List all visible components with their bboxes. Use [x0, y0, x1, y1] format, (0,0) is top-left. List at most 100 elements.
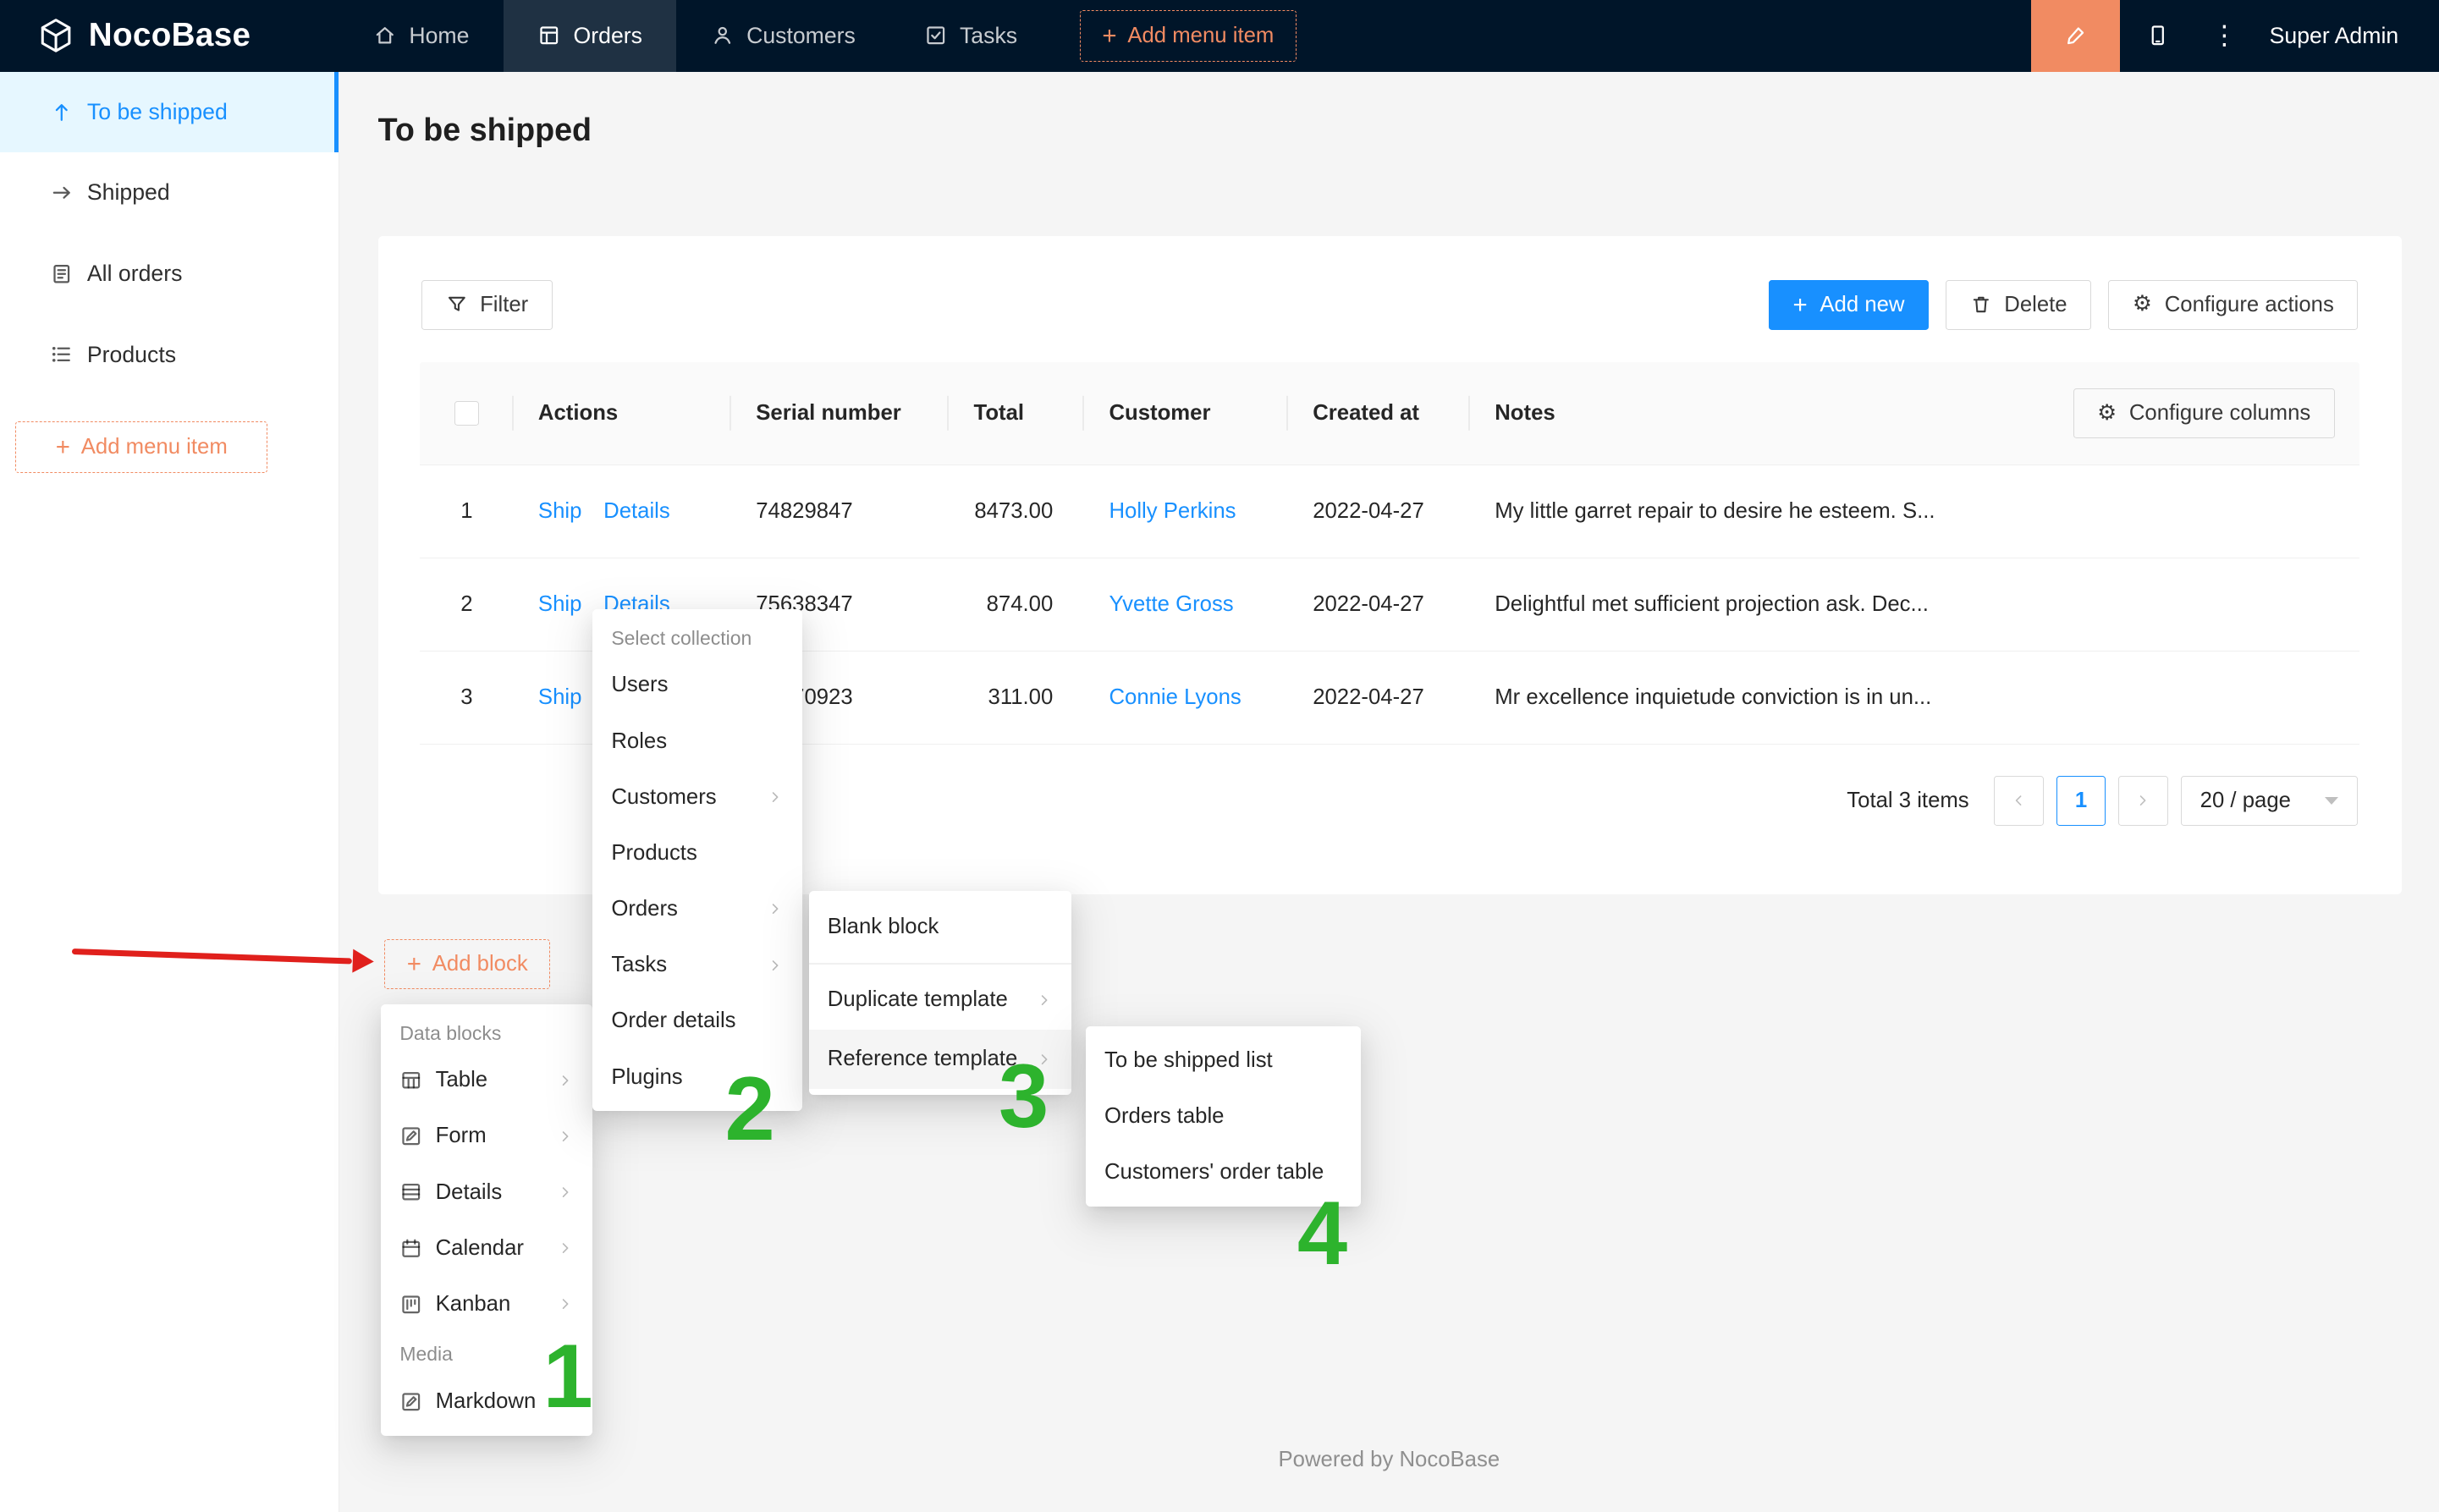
menu-divider: [809, 963, 1072, 965]
menu-item-products[interactable]: Products: [592, 825, 802, 881]
configure-actions-button[interactable]: ⚙ Configure actions: [2108, 280, 2358, 330]
menu-item-to-be-shipped-list[interactable]: To be shipped list: [1086, 1032, 1361, 1088]
filter-button[interactable]: Filter: [421, 280, 553, 330]
trash-icon: [1970, 294, 1992, 316]
sidebar-item-products[interactable]: Products: [0, 314, 339, 395]
add-menu-item-button[interactable]: + Add menu item: [1080, 10, 1297, 62]
page-number-button[interactable]: 1: [2056, 776, 2106, 826]
customer-link[interactable]: Connie Lyons: [1109, 685, 1241, 709]
filter-label: Filter: [480, 293, 528, 317]
ship-link[interactable]: Ship: [538, 685, 581, 710]
customer-link[interactable]: Yvette Gross: [1109, 592, 1233, 616]
menu-item-kanban[interactable]: Kanban: [381, 1276, 592, 1332]
menu-item-users[interactable]: Users: [592, 657, 802, 713]
menu-item-orders-table[interactable]: Orders table: [1086, 1089, 1361, 1145]
mobile-preview-icon[interactable]: [2120, 0, 2194, 72]
nav-item-orders[interactable]: Orders: [504, 0, 677, 72]
menu-item-form[interactable]: Form: [381, 1108, 592, 1164]
nocobase-app: NocoBase Home Orders Customers: [0, 0, 2439, 1512]
created-cell: 2022-04-27: [1288, 685, 1470, 710]
add-block-button[interactable]: + Add block: [384, 939, 550, 989]
nav-item-label: Orders: [574, 23, 642, 49]
chevron-right-icon: [767, 957, 784, 974]
chevron-right-icon: [1036, 992, 1053, 1009]
menu-item-blank-block[interactable]: Blank block: [809, 898, 1072, 957]
nav-item-home[interactable]: Home: [339, 0, 504, 72]
menu-item-details[interactable]: Details: [381, 1164, 592, 1220]
menu-item-label: Markdown: [436, 1389, 537, 1414]
orders-icon: [537, 24, 561, 47]
details-icon: [399, 1180, 423, 1204]
menu-item-label: Orders table: [1104, 1104, 1225, 1129]
delete-label: Delete: [2004, 293, 2067, 317]
menu-item-calendar[interactable]: Calendar: [381, 1220, 592, 1276]
annotation-step-1: 1: [542, 1331, 592, 1421]
annotation-step-4: 4: [1297, 1188, 1347, 1278]
sidebar-item-shipped[interactable]: Shipped: [0, 152, 339, 234]
top-navbar: NocoBase Home Orders Customers: [0, 0, 2439, 72]
menu-item-orders[interactable]: Orders: [592, 882, 802, 937]
add-new-label: Add new: [1820, 293, 1904, 317]
ship-link[interactable]: Ship: [538, 592, 581, 617]
configure-columns-label: Configure columns: [2129, 401, 2310, 426]
sidebar-item-to-be-shipped[interactable]: To be shipped: [0, 72, 339, 153]
notes-cell: My little garret repair to desire he est…: [1470, 499, 2359, 524]
row-index: 1: [420, 499, 513, 524]
chevron-right-icon: [557, 1184, 574, 1201]
nav-item-tasks[interactable]: Tasks: [889, 0, 1051, 72]
customer-link[interactable]: Holly Perkins: [1109, 499, 1236, 523]
menu-item-duplicate-template[interactable]: Duplicate template: [809, 970, 1072, 1030]
sidebar-item-all-orders[interactable]: All orders: [0, 234, 339, 315]
menu-item-label: Details: [436, 1180, 503, 1205]
menu-item-label: To be shipped list: [1104, 1048, 1273, 1073]
column-header-customer: Customer: [1084, 401, 1288, 426]
menu-item-customers[interactable]: Customers: [592, 769, 802, 825]
top-menu: Home Orders Customers Tasks: [339, 0, 2032, 72]
sidebar: To be shipped Shipped All orders Product…: [0, 72, 339, 1512]
more-menu-icon[interactable]: ⋮: [2194, 0, 2254, 72]
delete-button[interactable]: Delete: [1946, 280, 2091, 330]
menu-item-label: Form: [436, 1124, 487, 1148]
calendar-icon: [399, 1237, 423, 1261]
logo[interactable]: NocoBase: [0, 17, 339, 54]
next-page-button[interactable]: [2118, 776, 2168, 826]
page-size-select[interactable]: 20 / page: [2181, 776, 2359, 826]
prev-page-button[interactable]: [1994, 776, 2044, 826]
plus-icon: +: [1793, 293, 1808, 317]
column-header-serial: Serial number: [731, 401, 949, 426]
menu-item-tasks[interactable]: Tasks: [592, 937, 802, 993]
ship-link[interactable]: Ship: [538, 499, 581, 524]
select-all-cell: [420, 401, 513, 426]
home-icon: [373, 24, 397, 47]
add-new-button[interactable]: + Add new: [1769, 280, 1929, 330]
tablet-icon: [2146, 24, 2170, 47]
menu-item-order-details[interactable]: Order details: [592, 993, 802, 1049]
sidebar-add-menu-item-button[interactable]: + Add menu item: [15, 421, 267, 473]
details-link[interactable]: Details: [603, 499, 670, 524]
pen-icon: [2064, 24, 2088, 47]
sidebar-add-menu-item-label: Add menu item: [81, 435, 228, 459]
menu-item-label: Kanban: [436, 1292, 511, 1317]
add-menu-item-label: Add menu item: [1127, 24, 1274, 48]
arrow-line: [71, 948, 351, 965]
configure-columns-button[interactable]: ⚙ Configure columns: [2073, 388, 2335, 438]
nocobase-cube-icon: [37, 17, 74, 54]
select-collection-menu: Select collection Users Roles Customers …: [592, 609, 802, 1111]
nav-item-customers[interactable]: Customers: [676, 0, 889, 72]
sidebar-item-label: To be shipped: [87, 99, 228, 125]
user-menu[interactable]: Super Admin: [2254, 23, 2439, 49]
nav-item-label: Home: [409, 23, 469, 49]
plus-icon: +: [1102, 24, 1116, 48]
menu-item-roles[interactable]: Roles: [592, 713, 802, 769]
menu-item-table[interactable]: Table: [381, 1053, 592, 1108]
ui-editor-button[interactable]: [2031, 0, 2120, 72]
select-all-checkbox[interactable]: [454, 401, 479, 426]
chevron-right-icon: [557, 1128, 574, 1145]
menu-group-label: Select collection: [592, 616, 802, 657]
gear-icon: ⚙: [2133, 294, 2152, 316]
kanban-icon: [399, 1293, 423, 1317]
table-icon: [399, 1069, 423, 1092]
menu-item-label: Tasks: [611, 953, 667, 977]
plus-icon: +: [56, 435, 70, 459]
nav-item-label: Customers: [746, 23, 856, 49]
